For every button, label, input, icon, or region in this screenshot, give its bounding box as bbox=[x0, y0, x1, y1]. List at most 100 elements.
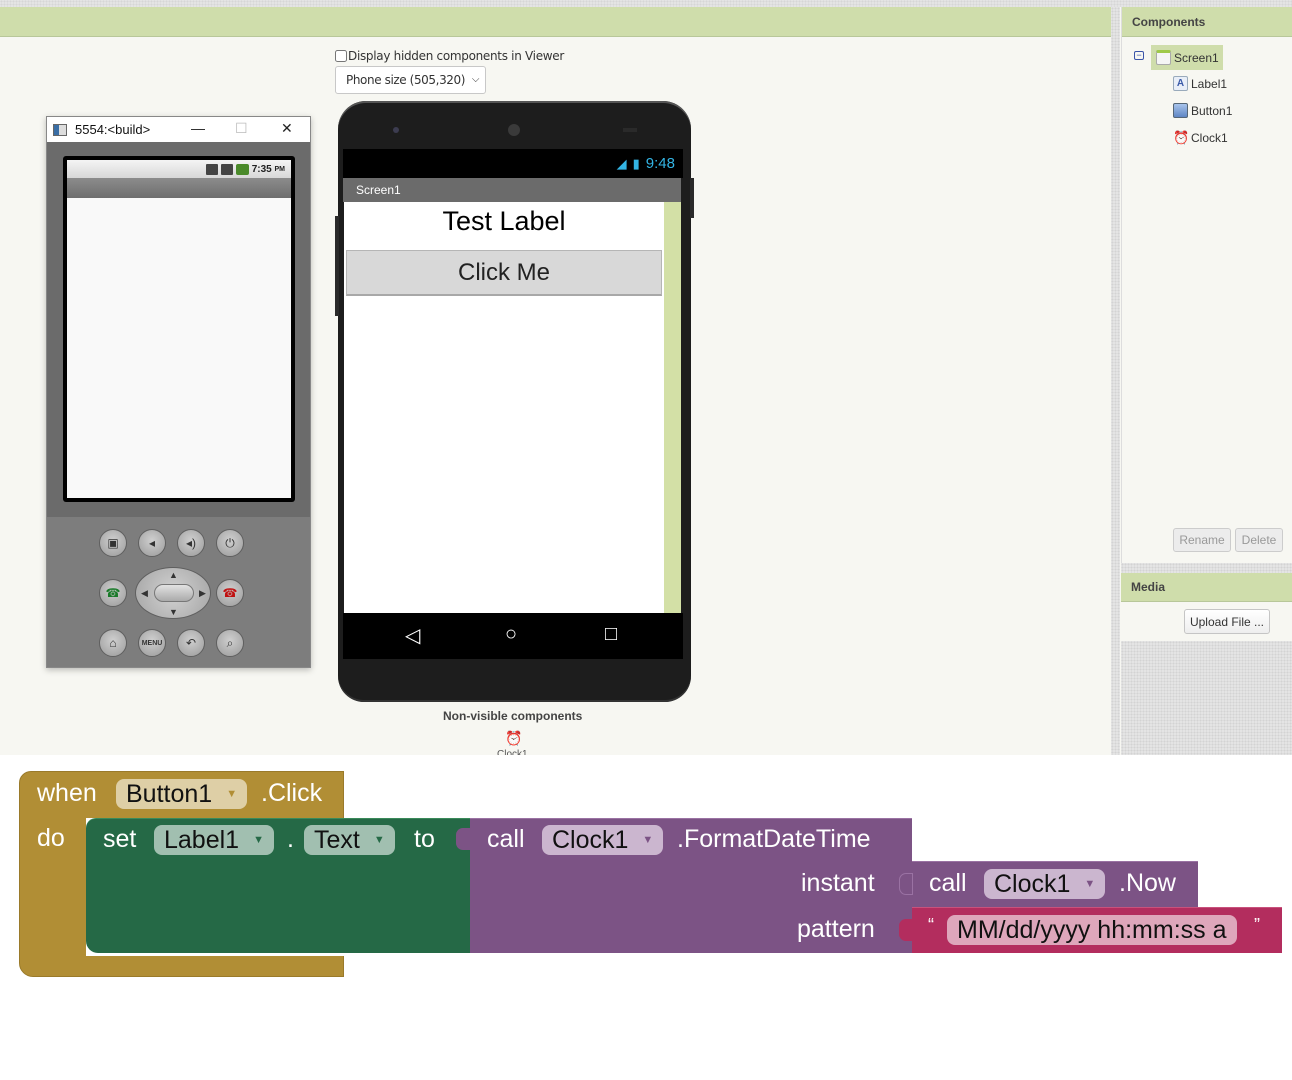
components-title: Components bbox=[1122, 7, 1292, 37]
tree-item-label1[interactable]: A Label1 bbox=[1173, 76, 1227, 91]
emulator-content[interactable] bbox=[67, 198, 291, 498]
tree-item-screen1[interactable]: Screen1 bbox=[1151, 45, 1223, 70]
collapse-icon[interactable]: − bbox=[1134, 51, 1144, 60]
back-key-icon[interactable]: ↶ bbox=[177, 629, 205, 657]
block-connector bbox=[899, 873, 913, 895]
dropdown-arrow-icon: ▼ bbox=[253, 834, 264, 846]
emulator-ampm: PM bbox=[274, 165, 286, 173]
display-hidden-toggle[interactable]: Display hidden components in Viewer bbox=[335, 49, 564, 63]
phone-size-select[interactable]: Phone size (505,320) ⌵ bbox=[335, 66, 486, 94]
wifi-signal-icon: ◢ bbox=[616, 155, 627, 171]
tree-item-label: Clock1 bbox=[1191, 130, 1228, 145]
end-call-key-icon[interactable]: ☎ bbox=[216, 579, 244, 607]
battery-icon bbox=[235, 163, 249, 175]
power-key-icon[interactable]: ⏻ bbox=[216, 529, 244, 557]
display-hidden-label: Display hidden components in Viewer bbox=[348, 49, 565, 63]
panel-background bbox=[1121, 641, 1292, 755]
volume-down-key-icon[interactable]: ◂ bbox=[138, 529, 166, 557]
format-instant-label: instant bbox=[801, 869, 875, 897]
viewer-phone: ◢ ▮ 9:48 Screen1 Test Label Click Me ◁ ○… bbox=[335, 101, 694, 702]
button-icon bbox=[1173, 103, 1188, 118]
phone-sensor bbox=[623, 128, 637, 132]
setter-property-dropdown[interactable]: Text ▼ bbox=[304, 825, 395, 855]
search-key-icon[interactable]: ⌕ bbox=[216, 629, 244, 657]
media-panel: Media Upload File ... bbox=[1121, 573, 1292, 641]
format-call-label: call bbox=[487, 825, 525, 853]
tree-item-label: Button1 bbox=[1191, 103, 1233, 118]
phone-screen[interactable]: Test Label Click Me bbox=[344, 202, 664, 613]
event-component-dropdown[interactable]: Button1 ▼ bbox=[116, 779, 248, 809]
maximize-icon[interactable]: ☐ bbox=[235, 120, 248, 137]
nav-home-icon: ○ bbox=[505, 623, 518, 645]
emulator-statusbar: 7:35 PM bbox=[67, 160, 291, 178]
menu-key[interactable]: MENU bbox=[138, 629, 166, 657]
minimize-icon[interactable]: — bbox=[191, 120, 205, 136]
clock-icon[interactable]: ⏰ bbox=[505, 730, 522, 747]
viewer-label1[interactable]: Test Label bbox=[344, 206, 664, 237]
network-3g-icon bbox=[205, 163, 218, 175]
clock-icon: ⏰ bbox=[1173, 130, 1190, 145]
emulator-time: 7:35 bbox=[251, 163, 272, 175]
tree-item-clock1[interactable]: ⏰ Clock1 bbox=[1173, 130, 1228, 145]
panel-gap bbox=[1121, 563, 1292, 573]
screen-icon bbox=[1156, 50, 1171, 65]
setter-property-value: Text bbox=[314, 825, 360, 854]
emulator-window[interactable]: 5554:<build> — ☐ ✕ 7:35 PM ▣ ◂ ◂) ⏻ ☎ ▲ … bbox=[46, 116, 311, 668]
phone-navbar: ◁ ○ □ bbox=[343, 613, 683, 659]
phone-screen-title: Screen1 bbox=[343, 178, 681, 202]
now-component-value: Clock1 bbox=[994, 869, 1071, 898]
emulator-app-icon bbox=[53, 123, 67, 136]
format-component-dropdown[interactable]: Clock1 ▼ bbox=[542, 825, 664, 855]
setter-to-label: to bbox=[414, 825, 435, 853]
emulator-app-titlebar bbox=[67, 178, 291, 198]
format-component-value: Clock1 bbox=[552, 825, 629, 854]
top-strip bbox=[0, 0, 1292, 7]
home-key-icon[interactable]: ⌂ bbox=[99, 629, 127, 657]
now-call-label: call bbox=[929, 869, 967, 897]
non-visible-title: Non-visible components bbox=[443, 709, 583, 723]
dpad-left-icon[interactable]: ◀ bbox=[141, 588, 148, 599]
format-method-label: .FormatDateTime bbox=[677, 825, 871, 853]
dpad-center[interactable] bbox=[154, 584, 194, 602]
text-value: MM/dd/yyyy hh:mm:ss a bbox=[957, 915, 1227, 944]
media-title: Media bbox=[1121, 573, 1292, 602]
battery-icon: ▮ bbox=[632, 155, 640, 171]
text-value-field[interactable]: MM/dd/yyyy hh:mm:ss a bbox=[947, 915, 1237, 945]
upload-file-button[interactable]: Upload File ... bbox=[1184, 609, 1270, 634]
viewer-button1[interactable]: Click Me bbox=[346, 250, 662, 296]
event-name-label: .Click bbox=[261, 779, 323, 807]
chevron-down-icon: ⌵ bbox=[471, 74, 480, 85]
emulator-titlebar[interactable]: 5554:<build> — ☐ ✕ bbox=[47, 117, 310, 142]
nav-back-icon: ◁ bbox=[405, 625, 421, 647]
setter-component-dropdown[interactable]: Label1 ▼ bbox=[154, 825, 274, 855]
emulator-screen[interactable]: 7:35 PM bbox=[63, 156, 295, 502]
dpad[interactable]: ▲ ▼ ◀ ▶ bbox=[135, 567, 211, 619]
dpad-down-icon[interactable]: ▼ bbox=[169, 607, 178, 617]
viewer-header bbox=[0, 7, 1111, 37]
block-connector bbox=[899, 919, 913, 941]
signal-icon bbox=[220, 163, 233, 175]
label-icon: A bbox=[1173, 76, 1188, 91]
tree-item-button1[interactable]: Button1 bbox=[1173, 103, 1232, 118]
emulator-title: 5554:<build> bbox=[75, 122, 151, 137]
phone-scrollbar[interactable] bbox=[664, 202, 681, 613]
phone-side-button bbox=[690, 178, 694, 218]
nav-recents-icon: □ bbox=[605, 623, 618, 645]
volume-up-key-icon[interactable]: ◂) bbox=[177, 529, 205, 557]
panel-divider[interactable] bbox=[1111, 7, 1120, 755]
call-key-icon[interactable]: ☎ bbox=[99, 579, 127, 607]
setter-dot: . bbox=[287, 825, 294, 853]
camera-key-icon[interactable]: ▣ bbox=[99, 529, 127, 557]
close-icon[interactable]: ✕ bbox=[281, 120, 293, 137]
display-hidden-checkbox[interactable] bbox=[335, 50, 347, 62]
rename-button[interactable]: Rename bbox=[1173, 528, 1231, 552]
open-quote: “ bbox=[928, 915, 934, 935]
set-label1-text-block[interactable] bbox=[86, 818, 470, 953]
delete-button[interactable]: Delete bbox=[1235, 528, 1283, 552]
dpad-right-icon[interactable]: ▶ bbox=[199, 588, 206, 599]
dropdown-arrow-icon: ▼ bbox=[642, 834, 654, 846]
event-component-value: Button1 bbox=[126, 779, 213, 808]
now-component-dropdown[interactable]: Clock1 ▼ bbox=[984, 869, 1106, 899]
event-when-label: when bbox=[37, 779, 97, 807]
dpad-up-icon[interactable]: ▲ bbox=[169, 570, 178, 580]
